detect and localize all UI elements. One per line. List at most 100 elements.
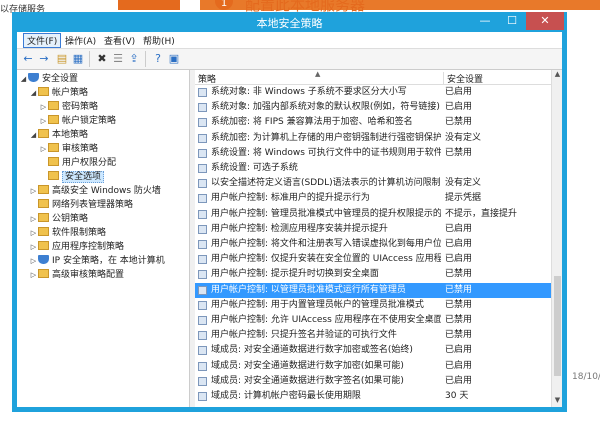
policy-name: 域成员: 对安全通道数据进行数字加密或签名(始终) [211, 345, 413, 356]
table-row[interactable]: 系统加密: 为计算机上存储的用户密钥强制进行强密钥保护 没有定义 [195, 131, 551, 146]
policy-icon [198, 361, 207, 371]
expand-icon[interactable]: ▷ [29, 184, 38, 198]
tree-label: 帐户锁定策略 [62, 116, 117, 126]
expand-icon[interactable]: ▷ [29, 226, 38, 240]
tree-item-public-key-policies[interactable]: ▷ 公钥策略 [29, 212, 88, 226]
tree-label: 审核策略 [62, 144, 99, 154]
tree-item-account-lockout-policy[interactable]: ▷ 帐户锁定策略 [39, 114, 116, 128]
delete-icon[interactable]: ✖ [95, 52, 109, 66]
tree-label: 高级安全 Windows 防火墙 [52, 186, 161, 196]
mmc-icon[interactable]: ▣ [167, 52, 181, 66]
expand-icon[interactable]: ▷ [39, 142, 48, 156]
menu-action[interactable]: 操作(A) [62, 34, 99, 47]
tree-item-password-policy[interactable]: ▷ 密码策略 [39, 100, 98, 114]
policy-icon [198, 118, 207, 128]
table-row[interactable]: 用户帐户控制: 将文件和注册表写入错误虚拟化到每用户位置 已启用 [195, 237, 551, 252]
tree-item-advanced-audit[interactable]: ▷ 高级审核策略配置 [29, 268, 124, 282]
expand-icon[interactable]: ▷ [29, 212, 38, 226]
policy-setting: 已禁用 [445, 299, 473, 310]
policy-name: 用户帐户控制: 提示提升时切换到安全桌面 [211, 269, 379, 280]
policy-tree[interactable]: ◢ 安全设置 ◢ 帐户策略 ▷ 密码策略 ▷ 帐户锁定策略 ◢ 本地策略 ▷ 审核策略 用户… [17, 70, 190, 407]
tree-item-application-control[interactable]: ▷ 应用程序控制策略 [29, 240, 124, 254]
tree-item-ip-security[interactable]: ▷ IP 安全策略，在 本地计算机 [29, 254, 165, 268]
menu-help[interactable]: 帮助(H) [140, 34, 178, 47]
table-row[interactable]: 用户帐户控制: 提示提升时切换到安全桌面 已禁用 [195, 267, 551, 282]
tree-item-software-restriction[interactable]: ▷ 软件限制策略 [29, 226, 106, 240]
policy-name: 用户帐户控制: 只提升签名并验证的可执行文件 [211, 330, 397, 341]
table-row[interactable]: 用户帐户控制: 允许 UIAccess 应用程序在不使用安全桌面... 已禁用 [195, 313, 551, 328]
table-row[interactable]: 用户帐户控制: 只提升签名并验证的可执行文件 已禁用 [195, 328, 551, 343]
column-policy[interactable]: 策略 [198, 72, 216, 85]
scroll-thumb[interactable] [554, 276, 561, 376]
minimize-icon[interactable]: — [472, 12, 498, 30]
table-row[interactable]: 系统加密: 将 FIPS 兼容算法用于加密、哈希和签名 已禁用 [195, 115, 551, 130]
export-icon[interactable]: ⇪ [127, 52, 141, 66]
policy-icon [198, 376, 207, 386]
tree-item-windows-firewall[interactable]: ▷ 高级安全 Windows 防火墙 [29, 184, 161, 198]
expand-icon[interactable]: ▷ [29, 240, 38, 254]
menu-view[interactable]: 查看(V) [101, 34, 138, 47]
tree-item-account-policies[interactable]: ◢ 帐户策略 [29, 86, 88, 100]
table-row[interactable]: 用户帐户控制: 仅提升安装在安全位置的 UIAccess 应用程序 已启用 [195, 252, 551, 267]
policy-name: 域成员: 对安全通道数据进行数字签名(如果可能) [211, 375, 404, 386]
properties-icon[interactable]: ☰ [111, 52, 125, 66]
policy-list[interactable]: 策略 ▲ 安全设置 系统对象: 非 Windows 子系统不要求区分大小写 已启用… [195, 70, 562, 407]
tree-item-security-options[interactable]: 安全选项 [39, 170, 105, 184]
table-row[interactable]: 域成员: 对安全通道数据进行数字签名(如果可能) 已启用 [195, 374, 551, 389]
table-row[interactable]: 系统对象: 加强内部系统对象的默认权限(例如，符号链接) 已启用 [195, 100, 551, 115]
table-row[interactable]: 系统设置: 可选子系统 [195, 161, 551, 176]
table-row[interactable]: 域成员: 对安全通道数据进行数字加密或签名(始终) 已启用 [195, 343, 551, 358]
column-setting[interactable]: 安全设置 [443, 72, 483, 85]
policy-icon [198, 392, 207, 401]
policy-name: 以安全描述符定义语言(SDDL)语法表示的计算机访问限制 [211, 178, 441, 189]
policy-setting: 已启用 [445, 375, 473, 386]
policy-setting: 提示凭据 [445, 193, 482, 204]
table-row[interactable]: 用户帐户控制: 用于内置管理员帐户的管理员批准模式 已禁用 [195, 298, 551, 313]
policy-name: 域成员: 对安全通道数据进行数字加密(如果可能) [211, 360, 404, 371]
up-folder-icon[interactable]: ▤ [55, 52, 69, 66]
expand-icon[interactable]: ▷ [39, 100, 48, 114]
table-row[interactable]: 域成员: 计算机帐户密码最长使用期限 30 天 [195, 389, 551, 404]
collapse-icon[interactable]: ◢ [29, 86, 38, 100]
forward-icon[interactable]: → [37, 52, 51, 66]
tree-item-user-rights-assignment[interactable]: 用户权限分配 [39, 156, 116, 170]
tree-item-local-policies[interactable]: ◢ 本地策略 [29, 128, 88, 142]
background-date: 18/10/9 [572, 372, 600, 382]
expand-icon[interactable]: ▷ [29, 268, 38, 282]
close-icon[interactable]: ✕ [526, 12, 564, 30]
table-row[interactable]: 用户帐户控制: 管理员批准模式中管理员的提升权限提示的... 不提示，直接提升 [195, 207, 551, 222]
policy-name: 系统加密: 为计算机上存储的用户密钥强制进行强密钥保护 [211, 132, 441, 143]
scroll-down-icon[interactable]: ▼ [552, 396, 562, 407]
tree-label: 软件限制策略 [52, 228, 107, 238]
tree-item-security-settings[interactable]: ◢ 安全设置 [19, 72, 78, 86]
vertical-scrollbar[interactable]: ▲ ▼ [551, 70, 562, 407]
policy-name: 用户帐户控制: 允许 UIAccess 应用程序在不使用安全桌面... [211, 315, 441, 325]
policy-icon [198, 300, 207, 310]
policy-name: 系统设置: 可选子系统 [211, 163, 298, 173]
help-icon[interactable]: ? [151, 52, 165, 66]
scroll-up-icon[interactable]: ▲ [552, 70, 562, 81]
tree-label: 公钥策略 [52, 214, 89, 224]
table-row[interactable]: 用户帐户控制: 以管理员批准模式运行所有管理员 已禁用 [195, 282, 551, 298]
maximize-icon[interactable]: ☐ [499, 12, 525, 30]
table-row[interactable]: 用户帐户控制: 标准用户的提升提示行为 提示凭据 [195, 191, 551, 206]
table-row[interactable]: 域成员: 对安全通道数据进行数字加密(如果可能) 已启用 [195, 359, 551, 374]
back-icon[interactable]: ← [21, 52, 35, 66]
table-row[interactable]: 系统设置: 将 Windows 可执行文件中的证书规则用于软件... 已禁用 [195, 146, 551, 161]
show-tree-icon[interactable]: ▦ [71, 52, 85, 66]
collapse-icon[interactable]: ◢ [19, 72, 28, 86]
expand-icon[interactable]: ▷ [39, 114, 48, 128]
tree-label: 应用程序控制策略 [52, 242, 125, 252]
table-row[interactable]: 系统对象: 非 Windows 子系统不要求区分大小写 已启用 [195, 85, 551, 100]
menu-file[interactable]: 文件(F) [23, 33, 62, 48]
title-bar[interactable]: 本地安全策略 — ☐ ✕ [12, 12, 567, 32]
tree-item-audit-policy[interactable]: ▷ 审核策略 [39, 142, 98, 156]
expand-icon[interactable]: ▷ [29, 254, 38, 268]
policy-name: 系统加密: 将 FIPS 兼容算法用于加密、哈希和签名 [211, 117, 413, 128]
collapse-icon[interactable]: ◢ [29, 128, 38, 142]
policy-name: 用户帐户控制: 用于内置管理员帐户的管理员批准模式 [211, 299, 424, 310]
tree-item-network-list-manager[interactable]: 网络列表管理器策略 [29, 198, 133, 212]
table-row[interactable]: 以安全描述符定义语言(SDDL)语法表示的计算机访问限制 没有定义 [195, 176, 551, 191]
security-settings-icon [28, 73, 39, 82]
table-row[interactable]: 用户帐户控制: 检测应用程序安装并提示提升 已启用 [195, 222, 551, 237]
